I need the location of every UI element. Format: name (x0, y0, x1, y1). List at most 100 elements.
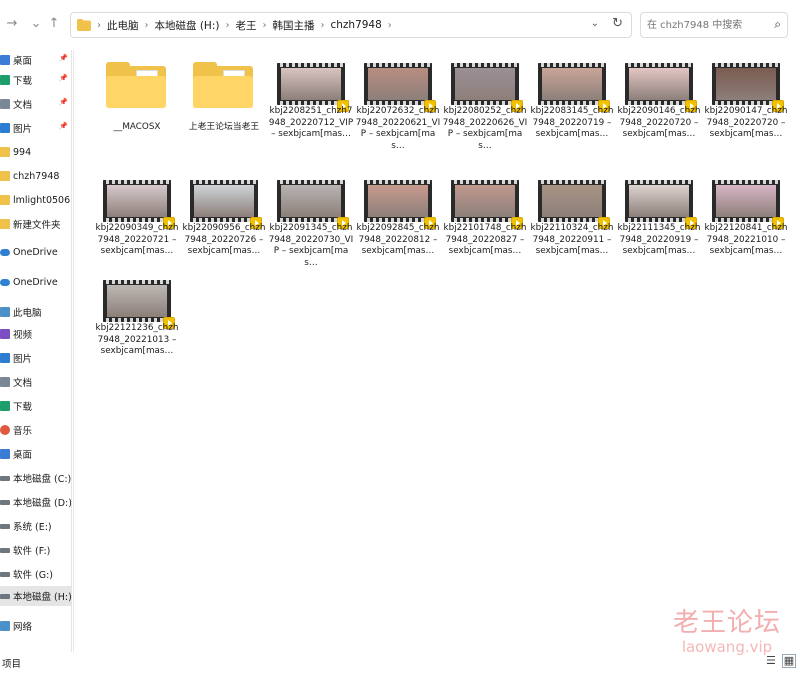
address-dropdown-icon[interactable]: ⌄ (591, 18, 599, 29)
drive-icon (0, 593, 10, 599)
sidebar-item[interactable]: 本地磁盘 (H:) (0, 586, 72, 606)
sidebar-item[interactable]: 视频 (0, 324, 71, 344)
sidebar-item[interactable]: 文档 📌 (0, 94, 71, 114)
drive-icon (0, 475, 10, 481)
sidebar-item-label: 网络 (13, 622, 33, 633)
video-thumbnail (190, 180, 258, 222)
documents-icon (0, 377, 10, 387)
file-name: 上老王论坛当老王 (188, 122, 260, 132)
file-name: kbj22120841_chzh7948_20221010 – sexbjcam… (704, 223, 788, 256)
breadcrumb-item[interactable]: 本地磁盘 (H:) (151, 18, 224, 33)
network-icon (0, 621, 10, 631)
details-view-icon[interactable]: ☰ (766, 655, 778, 667)
sidebar-item[interactable]: 新建文件夹 (0, 214, 71, 234)
status-bar: 项目 ☰ ▦ (0, 652, 800, 673)
sidebar-item-label: 本地磁盘 (H:) (13, 592, 72, 603)
sidebar-item[interactable]: 图片 (0, 348, 71, 368)
folder-icon (77, 19, 91, 31)
file-name: kbj22092845_chzh7948_20220812 – sexbjcam… (356, 223, 440, 256)
sidebar-item-label: 下载 (13, 402, 33, 413)
video-thumbnail (712, 63, 780, 105)
videos-icon (0, 329, 10, 339)
sidebar-item[interactable]: 文档 (0, 372, 71, 392)
file-name: kbj22101748_chzh7948_20220827 – sexbjcam… (443, 223, 527, 256)
download-icon (0, 75, 10, 85)
file-name: kbj22083145_chzh7948_20220719 – sexbjcam… (530, 106, 614, 139)
desktop-icon (0, 55, 10, 65)
sidebar-item[interactable]: 桌面 📌 (0, 50, 71, 70)
file-name: kbj22090147_chzh7948_20220720 – sexbjcam… (704, 106, 788, 139)
sidebar-item-label: 系统 (E:) (13, 522, 52, 533)
sidebar-item-label: 文档 (13, 378, 33, 389)
breadcrumb-separator-icon[interactable]: › (318, 20, 326, 31)
sidebar-item[interactable]: OneDrive (0, 242, 71, 262)
sidebar-item[interactable]: 图片 📌 (0, 118, 71, 138)
navigation-pane: 桌面 📌 下载 📌 文档 📌 图片 📌 994 chzh7948 lmlight0506 新建文件夹 O… (0, 50, 72, 652)
sidebar-item[interactable]: 桌面 (0, 444, 71, 464)
breadcrumb: › 此电脑 › 本地磁盘 (H:) › 老王 › 韩国主播 › chzh7948 › (95, 13, 394, 37)
breadcrumb-item[interactable]: chzh7948 (326, 19, 385, 31)
file-name: kbj22111345_chzh7948_20220919 – sexbjcam… (617, 223, 701, 256)
breadcrumb-separator-icon[interactable]: › (223, 20, 231, 31)
refresh-icon[interactable]: ↻ (612, 16, 623, 31)
address-bar[interactable]: › 此电脑 › 本地磁盘 (H:) › 老王 › 韩国主播 › chzh7948 › ⌄ ↻ (70, 12, 632, 38)
up-arrow-icon[interactable]: ↑ (44, 14, 64, 34)
video-thumbnail (451, 63, 519, 105)
sidebar-item-label: 软件 (F:) (13, 546, 51, 557)
large-icons-view-icon[interactable]: ▦ (782, 654, 796, 668)
sidebar-item[interactable]: 软件 (F:) (0, 540, 71, 560)
music-icon (0, 425, 10, 435)
breadcrumb-separator-icon[interactable]: › (143, 20, 151, 31)
sidebar-item-label: 桌面 (13, 450, 33, 461)
sidebar-item[interactable]: 网络 (0, 616, 71, 636)
file-name: kbj22091345_chzh7948_20220730_VIP – sexb… (268, 223, 354, 268)
video-thumbnail (538, 180, 606, 222)
video-thumbnail (451, 180, 519, 222)
search-box[interactable]: ⌕ (640, 12, 788, 38)
sidebar-item-label: 音乐 (13, 426, 33, 437)
sidebar-item[interactable]: chzh7948 (0, 166, 71, 186)
sidebar-item-label: 此电脑 (13, 308, 42, 319)
sidebar-item[interactable]: 本地磁盘 (D:) (0, 492, 71, 512)
breadcrumb-separator-icon[interactable]: › (260, 20, 268, 31)
drive-icon (0, 571, 10, 577)
sidebar-item-label: 图片 (13, 124, 33, 135)
sidebar-item[interactable]: 系统 (E:) (0, 516, 71, 536)
sidebar-item[interactable]: lmlight0506 (0, 190, 71, 210)
folder-icon (0, 147, 10, 157)
sidebar-item[interactable]: 此电脑 (0, 302, 71, 322)
forward-arrow-icon[interactable]: → (2, 14, 22, 34)
sidebar-item[interactable]: 音乐 (0, 420, 71, 440)
video-thumbnail (103, 180, 171, 222)
sidebar-item[interactable]: 994 (0, 142, 71, 162)
download-icon (0, 401, 10, 411)
sidebar-item[interactable]: OneDrive (0, 272, 71, 292)
file-name: kbj22072632_chzh7948_20220621_VIP – sexb… (355, 106, 441, 151)
sidebar-item-label: 下载 (13, 76, 33, 87)
cloud-icon (0, 248, 10, 256)
search-input[interactable] (647, 17, 765, 33)
breadcrumb-separator-icon[interactable]: › (95, 20, 103, 31)
video-thumbnail (277, 180, 345, 222)
sidebar-item[interactable]: 下载 📌 (0, 70, 71, 90)
breadcrumb-separator-icon[interactable]: › (386, 20, 394, 31)
sidebar-item[interactable]: 本地磁盘 (C:) (0, 468, 72, 488)
pin-icon: 📌 (59, 54, 68, 62)
video-thumbnail (364, 63, 432, 105)
item-count: 项目 (2, 659, 22, 670)
file-name: kbj22090146_chzh7948_20220720 – sexbjcam… (617, 106, 701, 139)
sidebar-item-label: 994 (13, 146, 32, 158)
file-name: kbj22090956_chzh7948_20220726 – sexbjcam… (182, 223, 266, 256)
sidebar-item-label: 本地磁盘 (C:) (13, 474, 72, 485)
breadcrumb-item[interactable]: 此电脑 (103, 18, 143, 33)
sidebar-item[interactable]: 下载 (0, 396, 71, 416)
search-icon[interactable]: ⌕ (774, 17, 781, 32)
desktop-icon (0, 449, 10, 459)
sidebar-item[interactable]: 软件 (G:) (0, 564, 71, 584)
pin-icon: 📌 (59, 122, 68, 130)
breadcrumb-item[interactable]: 韩国主播 (268, 18, 318, 33)
drive-icon (0, 547, 10, 553)
recent-locations-chevron-icon[interactable]: ⌄ (26, 14, 46, 34)
video-thumbnail (625, 63, 693, 105)
breadcrumb-item[interactable]: 老王 (231, 18, 260, 33)
